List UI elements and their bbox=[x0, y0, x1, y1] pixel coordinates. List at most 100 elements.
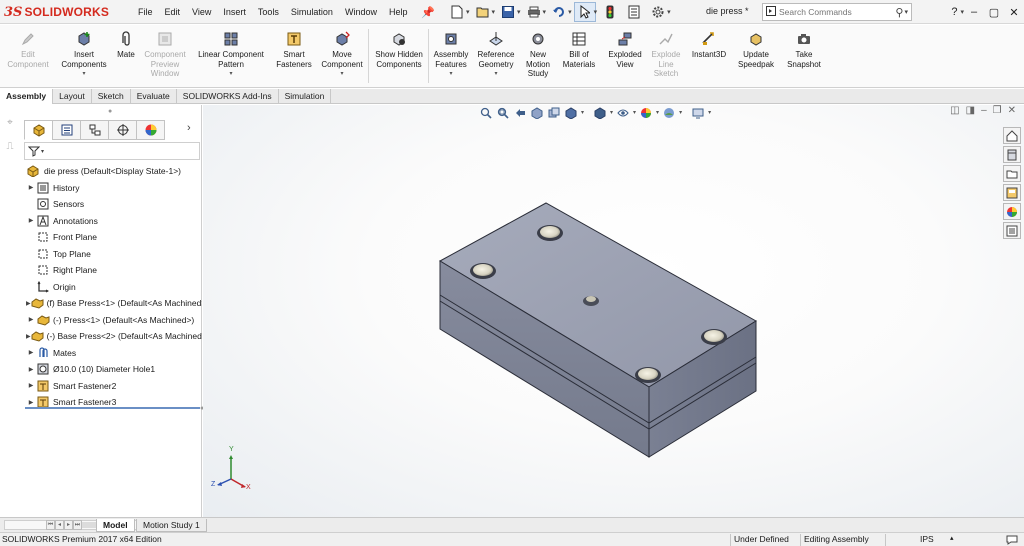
units-dropdown-icon[interactable]: ▴ bbox=[950, 534, 954, 542]
open-dropdown-icon[interactable]: ▾ bbox=[492, 8, 496, 16]
tree-item-base-press-1[interactable]: ▶ (f) Base Press<1> (Default<As Machined… bbox=[26, 295, 202, 312]
expand-arrow-icon[interactable]: ▶ bbox=[26, 184, 36, 191]
print-icon[interactable] bbox=[523, 2, 545, 22]
tree-item-press-1[interactable]: ▶ (-) Press<1> (Default<As Machined>) bbox=[26, 312, 202, 329]
menu-edit[interactable]: Edit bbox=[159, 7, 187, 17]
tree-item-right-plane[interactable]: Right Plane bbox=[26, 262, 202, 279]
more-tabs-chevron-icon[interactable]: › bbox=[187, 122, 191, 134]
edit-component-button[interactable]: Edit Component bbox=[2, 27, 54, 85]
search-mode-icon[interactable] bbox=[763, 5, 779, 19]
open-icon[interactable] bbox=[472, 2, 494, 22]
expand-arrow-icon[interactable]: ▶ bbox=[26, 316, 36, 323]
options-gear-icon[interactable] bbox=[647, 2, 669, 22]
take-snapshot-button[interactable]: Take Snapshot bbox=[781, 27, 827, 85]
search-input[interactable] bbox=[779, 7, 879, 17]
menu-help[interactable]: Help bbox=[383, 7, 414, 17]
filter-dropdown-icon[interactable]: ▾ bbox=[41, 148, 44, 155]
move-component-button[interactable]: Move Component ▾ bbox=[318, 27, 366, 85]
panel-grip-icon[interactable]: ● bbox=[108, 108, 112, 115]
smart-fasteners-button[interactable]: Smart Fasteners bbox=[272, 27, 316, 85]
fastener-bolt[interactable] bbox=[537, 225, 563, 241]
search-dropdown-icon[interactable]: ▾ bbox=[904, 8, 908, 16]
help-balloon-icon[interactable] bbox=[1006, 534, 1018, 546]
undo-icon[interactable] bbox=[548, 2, 570, 22]
menu-simulation[interactable]: Simulation bbox=[285, 7, 339, 17]
propertymanager-tab-icon[interactable] bbox=[52, 120, 81, 140]
rollback-bar[interactable] bbox=[25, 407, 200, 409]
filter-icon[interactable] bbox=[28, 145, 40, 157]
close-button[interactable]: ✕ bbox=[1004, 6, 1024, 19]
exploded-view-button[interactable]: Exploded View bbox=[603, 27, 647, 85]
select-dropdown-icon[interactable]: ▾ bbox=[594, 8, 598, 16]
featuremanager-tab-icon[interactable] bbox=[24, 120, 53, 140]
tree-item-sensors[interactable]: Sensors bbox=[26, 196, 202, 213]
insert-components-button[interactable]: Insert Components ▾ bbox=[56, 27, 112, 85]
save-icon[interactable] bbox=[497, 2, 519, 22]
tab-evaluate[interactable]: Evaluate bbox=[131, 89, 177, 104]
assembly-features-button[interactable]: Assembly Features ▾ bbox=[430, 27, 472, 85]
component-preview-button[interactable]: Component Preview Window bbox=[140, 27, 190, 85]
new-document-icon[interactable] bbox=[446, 2, 468, 22]
tree-root-die-press[interactable]: die press (Default<Display State-1>) bbox=[26, 163, 202, 180]
traffic-light-icon[interactable] bbox=[599, 2, 621, 22]
next-tab-icon[interactable]: ▸ bbox=[64, 520, 73, 530]
menu-tools[interactable]: Tools bbox=[252, 7, 285, 17]
tab-layout[interactable]: Layout bbox=[53, 89, 92, 104]
select-icon[interactable] bbox=[573, 2, 596, 22]
expand-arrow-icon[interactable]: ▶ bbox=[26, 366, 36, 373]
tab-sketch[interactable]: Sketch bbox=[92, 89, 131, 104]
menu-window[interactable]: Window bbox=[339, 7, 383, 17]
graphics-area[interactable]: ▾ ▾ ▾ ▾ ▾ ▾ ◫ ◨ – ❐ ✕ Y X Z bbox=[203, 105, 1024, 517]
update-speedpak-button[interactable]: Update Speedpak bbox=[734, 27, 778, 85]
solidworks-logo[interactable]: 3S SOLIDWORKS bbox=[4, 3, 109, 21]
explode-line-sketch-button[interactable]: Explode Line Sketch bbox=[649, 27, 683, 85]
step-icon[interactable]: ⎍ bbox=[2, 141, 18, 157]
previous-tab-icon[interactable]: ◂ bbox=[55, 520, 64, 530]
tree-item-mates[interactable]: ▶ Mates bbox=[26, 345, 202, 362]
configurationmanager-tab-icon[interactable] bbox=[80, 120, 109, 140]
fastener-bolt[interactable] bbox=[470, 263, 496, 279]
maximize-button[interactable]: ▢ bbox=[984, 6, 1004, 19]
file-properties-icon[interactable] bbox=[623, 2, 645, 22]
display-manager-tab-icon[interactable] bbox=[136, 120, 165, 140]
expand-arrow-icon[interactable]: ▶ bbox=[26, 217, 36, 224]
mate-button[interactable]: Mate bbox=[113, 27, 139, 85]
die-press-model[interactable] bbox=[203, 105, 1024, 517]
first-tab-icon[interactable]: ⏮ bbox=[46, 520, 55, 530]
expand-arrow-icon[interactable]: ▶ bbox=[26, 399, 36, 406]
linear-component-pattern-button[interactable]: Linear Component Pattern ▾ bbox=[193, 27, 269, 85]
tab-solidworks-addins[interactable]: SOLIDWORKS Add-Ins bbox=[177, 89, 279, 104]
show-hidden-components-button[interactable]: Show Hidden Components bbox=[372, 27, 426, 85]
tree-item-front-plane[interactable]: Front Plane bbox=[26, 229, 202, 246]
menu-file[interactable]: File bbox=[132, 7, 159, 17]
linear-pattern-dropdown-icon[interactable]: ▾ bbox=[229, 70, 232, 80]
search-commands[interactable]: ⚲ ▾ bbox=[762, 3, 912, 21]
instant3d-button[interactable]: Instant3D bbox=[688, 27, 730, 85]
expand-arrow-icon[interactable]: ▶ bbox=[26, 349, 36, 356]
tree-item-origin[interactable]: Origin bbox=[26, 279, 202, 296]
tree-item-annotations[interactable]: ▶ Annotations bbox=[26, 213, 202, 230]
move-component-dropdown-icon[interactable]: ▾ bbox=[340, 70, 343, 80]
reference-geometry-dropdown-icon[interactable]: ▾ bbox=[494, 70, 497, 80]
last-tab-icon[interactable]: ⏭ bbox=[73, 520, 82, 530]
tree-item-base-press-2[interactable]: ▶ (-) Base Press<2> (Default<As Machined… bbox=[26, 328, 202, 345]
sketch-icon[interactable]: ⌖ bbox=[2, 117, 18, 133]
feature-filter[interactable]: ▾ bbox=[24, 142, 200, 160]
fastener-bolt[interactable] bbox=[635, 367, 661, 383]
tab-simulation[interactable]: Simulation bbox=[279, 89, 332, 104]
save-dropdown-icon[interactable]: ▾ bbox=[517, 8, 521, 16]
new-dropdown-icon[interactable]: ▾ bbox=[466, 8, 470, 16]
search-icon[interactable]: ⚲ bbox=[895, 6, 903, 19]
unit-system[interactable]: IPS bbox=[920, 534, 934, 544]
minimize-button[interactable]: – bbox=[964, 6, 984, 18]
undo-dropdown-icon[interactable]: ▾ bbox=[568, 8, 572, 16]
tree-item-top-plane[interactable]: Top Plane bbox=[26, 246, 202, 263]
pin-menu-icon[interactable]: 📌 bbox=[421, 6, 435, 19]
fastener-bolt[interactable] bbox=[701, 329, 727, 345]
reference-geometry-button[interactable]: Reference Geometry ▾ bbox=[474, 27, 518, 85]
menu-view[interactable]: View bbox=[186, 7, 217, 17]
assembly-features-dropdown-icon[interactable]: ▾ bbox=[449, 70, 452, 80]
tree-item-history[interactable]: ▶ History bbox=[26, 180, 202, 197]
bill-of-materials-button[interactable]: Bill of Materials bbox=[558, 27, 600, 85]
dimxpert-tab-icon[interactable] bbox=[108, 120, 137, 140]
